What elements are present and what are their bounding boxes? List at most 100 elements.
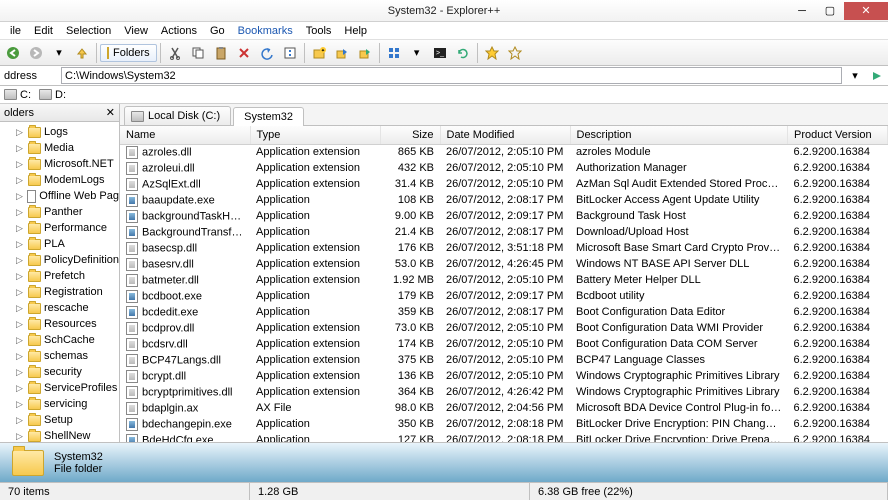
table-row[interactable]: baaupdate.exeApplication108 KB26/07/2012… [120, 192, 888, 208]
tree-item[interactable]: ▷Prefetch [2, 268, 119, 284]
forward-button[interactable] [25, 42, 47, 64]
address-input[interactable] [61, 67, 842, 84]
expand-icon[interactable]: ▷ [16, 431, 25, 442]
folders-toggle[interactable]: Folders [100, 44, 157, 62]
menu-help[interactable]: Help [338, 24, 373, 38]
menu-actions[interactable]: Actions [155, 24, 203, 38]
cut-button[interactable] [164, 42, 186, 64]
file-list[interactable]: NameTypeSizeDate ModifiedDescriptionProd… [120, 126, 888, 442]
column-header[interactable]: Size [380, 126, 440, 144]
column-header[interactable]: Type [250, 126, 380, 144]
table-row[interactable]: BdeHdCfg.exeApplication127 KB26/07/2012,… [120, 432, 888, 442]
tree-item[interactable]: ▷Microsoft.NET [2, 156, 119, 172]
undo-button[interactable] [256, 42, 278, 64]
table-row[interactable]: bcdboot.exeApplication179 KB26/07/2012, … [120, 288, 888, 304]
delete-button[interactable] [233, 42, 255, 64]
table-row[interactable]: azroleui.dllApplication extension432 KB2… [120, 160, 888, 176]
table-row[interactable]: backgroundTaskHost...Application9.00 KB2… [120, 208, 888, 224]
properties-button[interactable] [279, 42, 301, 64]
tree-item[interactable]: ▷Logs [2, 124, 119, 140]
address-dropdown[interactable]: ▾ [846, 67, 864, 85]
expand-icon[interactable]: ▷ [16, 319, 25, 330]
expand-icon[interactable]: ▷ [16, 271, 25, 282]
table-row[interactable]: basecsp.dllApplication extension176 KB26… [120, 240, 888, 256]
expand-icon[interactable]: ▷ [16, 175, 25, 186]
expand-icon[interactable]: ▷ [16, 383, 25, 394]
table-row[interactable]: bcdsrv.dllApplication extension174 KB26/… [120, 336, 888, 352]
table-row[interactable]: bcdedit.exeApplication359 KB26/07/2012, … [120, 304, 888, 320]
tree-item[interactable]: ▷ServiceProfiles [2, 380, 119, 396]
bookmark-add-button[interactable] [481, 42, 503, 64]
menu-tools[interactable]: Tools [300, 24, 338, 38]
tree-item[interactable]: ▷servicing [2, 396, 119, 412]
expand-icon[interactable]: ▷ [16, 239, 25, 250]
up-button[interactable] [71, 42, 93, 64]
tree-item[interactable]: ▷Registration [2, 284, 119, 300]
tree-item[interactable]: ▷Setup [2, 412, 119, 428]
menu-bookmarks[interactable]: Bookmarks [232, 24, 299, 38]
folders-pane-close[interactable]: ✕ [106, 106, 115, 119]
views-button[interactable] [383, 42, 405, 64]
expand-icon[interactable]: ▷ [16, 287, 25, 298]
column-header[interactable]: Name [120, 126, 250, 144]
tree-item[interactable]: ▷Media [2, 140, 119, 156]
table-row[interactable]: BCP47Langs.dllApplication extension375 K… [120, 352, 888, 368]
expand-icon[interactable]: ▷ [16, 255, 25, 266]
copy-button[interactable] [187, 42, 209, 64]
table-row[interactable]: AzSqlExt.dllApplication extension31.4 KB… [120, 176, 888, 192]
tree-item[interactable]: ▷ShellNew [2, 428, 119, 442]
table-row[interactable]: azroles.dllApplication extension865 KB26… [120, 144, 888, 160]
table-row[interactable]: bcrypt.dllApplication extension136 KB26/… [120, 368, 888, 384]
tree-item[interactable]: ▷PLA [2, 236, 119, 252]
new-folder-button[interactable]: ✦ [308, 42, 330, 64]
tree-item[interactable]: ▷security [2, 364, 119, 380]
tree-item[interactable]: ▷Offline Web Pag [2, 188, 119, 204]
history-dropdown[interactable]: ▾ [48, 42, 70, 64]
column-header[interactable]: Date Modified [440, 126, 570, 144]
folder-tree[interactable]: ▷Logs▷Media▷Microsoft.NET▷ModemLogs▷Offl… [0, 122, 119, 442]
tab[interactable]: Local Disk (C:) [124, 106, 231, 125]
menu-selection[interactable]: Selection [60, 24, 117, 38]
menu-edit[interactable]: Edit [28, 24, 59, 38]
copy-to-button[interactable] [331, 42, 353, 64]
bookmarks-button[interactable] [504, 42, 526, 64]
expand-icon[interactable]: ▷ [16, 127, 25, 138]
expand-icon[interactable]: ▷ [16, 351, 25, 362]
back-button[interactable] [2, 42, 24, 64]
views-dropdown[interactable]: ▾ [406, 42, 428, 64]
expand-icon[interactable]: ▷ [16, 143, 25, 154]
tree-item[interactable]: ▷schemas [2, 348, 119, 364]
tree-item[interactable]: ▷SchCache [2, 332, 119, 348]
tree-item[interactable]: ▷PolicyDefinition [2, 252, 119, 268]
menu-go[interactable]: Go [204, 24, 231, 38]
terminal-button[interactable]: >_ [429, 42, 451, 64]
expand-icon[interactable]: ▷ [16, 399, 25, 410]
tree-item[interactable]: ▷Resources [2, 316, 119, 332]
tree-item[interactable]: ▷Performance [2, 220, 119, 236]
close-button[interactable]: ✕ [844, 2, 888, 20]
expand-icon[interactable]: ▷ [16, 303, 25, 314]
table-row[interactable]: batmeter.dllApplication extension1.92 MB… [120, 272, 888, 288]
tab[interactable]: System32 [233, 107, 304, 126]
table-row[interactable]: bdaplgin.axAX File98.0 KB26/07/2012, 2:0… [120, 400, 888, 416]
refresh-button[interactable] [452, 42, 474, 64]
maximize-button[interactable]: ▢ [816, 2, 844, 20]
tree-item[interactable]: ▷Panther [2, 204, 119, 220]
expand-icon[interactable]: ▷ [16, 367, 25, 378]
paste-button[interactable] [210, 42, 232, 64]
menu-ile[interactable]: ile [4, 24, 27, 38]
table-row[interactable]: bdechangepin.exeApplication350 KB26/07/2… [120, 416, 888, 432]
expand-icon[interactable]: ▷ [16, 207, 25, 218]
expand-icon[interactable]: ▷ [16, 159, 25, 170]
tree-item[interactable]: ▷ModemLogs [2, 172, 119, 188]
table-row[interactable]: bcdprov.dllApplication extension73.0 KB2… [120, 320, 888, 336]
expand-icon[interactable]: ▷ [16, 191, 24, 202]
table-row[interactable]: BackgroundTransfer...Application21.4 KB2… [120, 224, 888, 240]
minimize-button[interactable]: ─ [788, 2, 816, 20]
column-header[interactable]: Description [570, 126, 788, 144]
move-to-button[interactable] [354, 42, 376, 64]
column-header[interactable]: Product Version [788, 126, 888, 144]
table-row[interactable]: basesrv.dllApplication extension53.0 KB2… [120, 256, 888, 272]
expand-icon[interactable]: ▷ [16, 223, 25, 234]
expand-icon[interactable]: ▷ [16, 415, 25, 426]
